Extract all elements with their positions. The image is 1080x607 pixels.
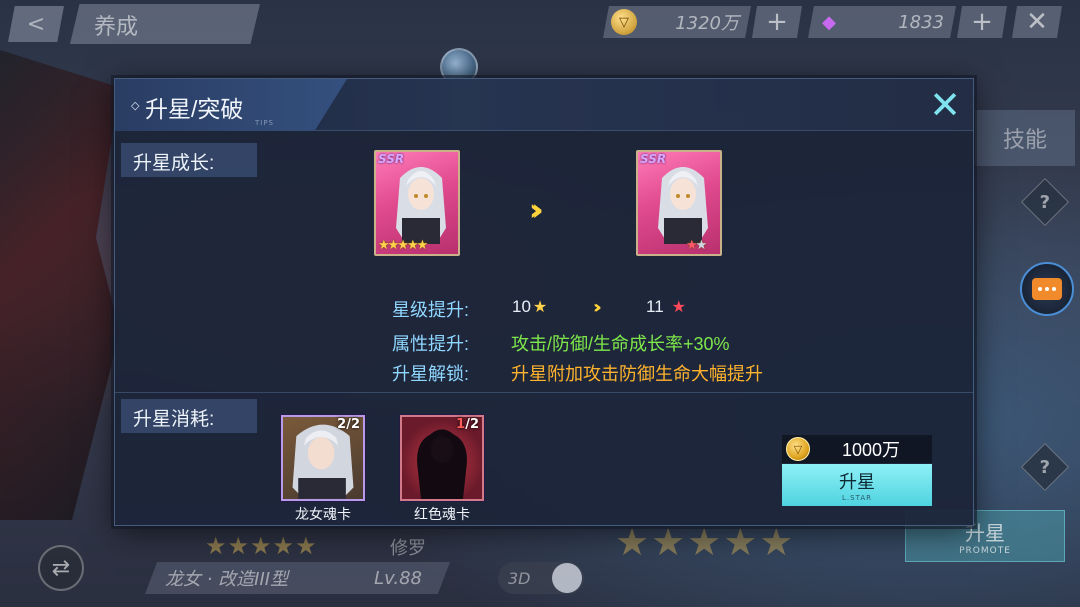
character-info-bar: 龙女 · 改造III型 Lv.88: [145, 562, 450, 594]
chat-icon: [1032, 278, 1062, 300]
back-arrow-icon: <: [26, 11, 46, 37]
toggle-label: 3D: [508, 568, 531, 588]
screen-title: 养成: [70, 4, 260, 44]
star-level-from: 10 ★: [512, 297, 548, 316]
cost-item-name: 红色魂卡: [414, 506, 470, 522]
upgrade-star-label: 升星: [839, 472, 875, 492]
diamond-icon: ◆: [822, 11, 836, 33]
item-count: 1/2: [456, 417, 479, 432]
gem-currency: ◆ 1833: [808, 6, 956, 38]
cost-item-red-soul-card[interactable]: 1/2: [400, 415, 484, 501]
double-chevron-right-icon: ››: [593, 297, 602, 318]
growth-section-label: 升星成长:: [121, 143, 257, 177]
gold-star-icon: ★: [532, 299, 548, 316]
card-after: SSR ★★: [636, 150, 722, 256]
unlock-value: 升星附加攻击防御生命大幅提升: [511, 364, 763, 384]
section-divider: [115, 392, 973, 393]
cost-section-label: 升星消耗:: [121, 399, 257, 433]
attribute-value: 攻击/防御/生命成长率+30%: [511, 334, 730, 354]
coin-icon: ▽: [611, 9, 637, 35]
card-stars: ★★: [686, 238, 707, 253]
star-level-to: 11 ★: [646, 297, 686, 316]
item-count: 2/2: [337, 417, 360, 432]
gold-value: 1320万: [675, 13, 739, 34]
unlock-key: 升星解锁:: [392, 364, 470, 384]
diamond-bullet-icon: ◇: [131, 99, 140, 112]
rarity-badge: SSR: [378, 152, 405, 166]
background-stars: ★★★★★: [615, 520, 796, 564]
attribute-key: 属性提升:: [392, 334, 470, 354]
character-name: 龙女 · 改造III型: [165, 569, 289, 590]
dialog-title: 升星/突破: [145, 96, 244, 122]
upgrade-star-sublabel: L.STAR: [842, 494, 872, 502]
double-chevron-right-icon: ››: [529, 193, 543, 228]
character-portrait: [396, 167, 446, 244]
star-level-key: 星级提升:: [392, 300, 470, 320]
gold-currency: ▽ 1320万: [603, 6, 751, 38]
gem-value: 1833: [898, 11, 944, 33]
card-before: SSR ★★★★★: [374, 150, 460, 256]
add-gem-button[interactable]: +: [957, 6, 1007, 38]
upgrade-star-button[interactable]: 升星 L.STAR: [782, 464, 932, 506]
close-button[interactable]: ✕: [925, 83, 965, 127]
cost-item-name: 龙女魂卡: [295, 506, 351, 522]
help-icon[interactable]: ?: [1020, 177, 1070, 227]
character-level: Lv.88: [374, 567, 422, 589]
background-artwork: [0, 50, 120, 520]
help-icon[interactable]: ?: [1020, 442, 1070, 492]
rarity-badge: SSR: [640, 152, 667, 166]
cost-item-dragon-soul-card[interactable]: 2/2: [281, 415, 365, 501]
card-stars: ★★★★★: [378, 238, 428, 253]
coin-icon: ▽: [786, 437, 810, 461]
chat-button[interactable]: [1020, 262, 1074, 316]
price-value: 1000万: [841, 440, 901, 460]
dialog-header: ◇ 升星/突破 TIPS ✕: [115, 79, 973, 131]
character-portrait: [658, 167, 708, 244]
back-button[interactable]: <: [8, 6, 64, 42]
skill-tab[interactable]: 技能: [975, 110, 1075, 166]
character-stars: ★★★★★: [205, 532, 318, 560]
refresh-icon: ⇄: [51, 555, 71, 581]
close-icon: ✕: [929, 83, 961, 127]
upgrade-star-dialog: ◇ 升星/突破 TIPS ✕ 升星成长: SSR ★★★★★ ›› SSR ★★…: [114, 78, 974, 526]
tips-tag: TIPS: [255, 119, 275, 127]
3d-toggle[interactable]: 3D: [498, 562, 584, 594]
toggle-knob: [552, 563, 582, 593]
character-tag: 修罗: [390, 538, 426, 559]
screen-close-button[interactable]: ✕: [1012, 6, 1062, 38]
add-gold-button[interactable]: +: [752, 6, 802, 38]
red-star-icon: ★: [671, 299, 686, 316]
price-display: ▽ 1000万: [782, 435, 932, 463]
top-bar: < 养成 ▽ 1320万 + ◆ 1833 + ✕: [0, 0, 1080, 44]
refresh-button[interactable]: ⇄: [38, 545, 84, 591]
